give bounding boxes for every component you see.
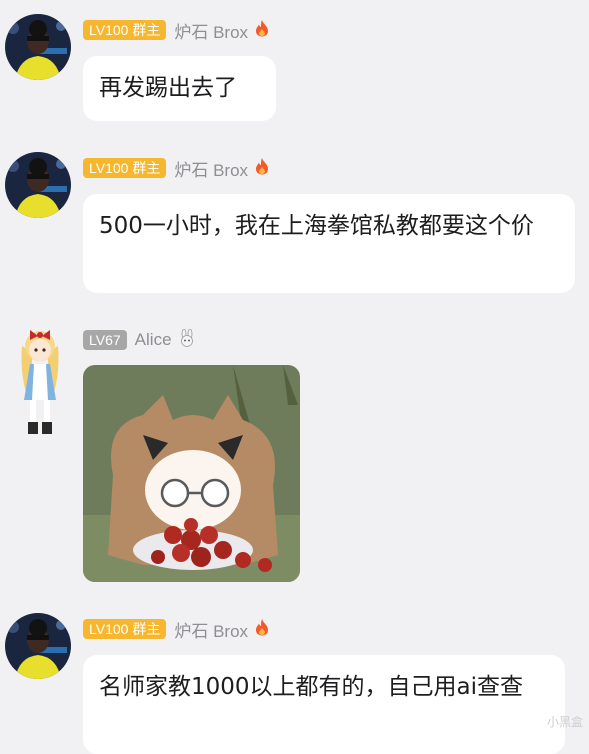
message-meta: LV100 群主 炉石 Brox (83, 18, 270, 43)
message-bubble[interactable]: 500一小时，我在上海拳馆私教都要这个价 (83, 194, 575, 293)
avatar[interactable] (5, 14, 71, 80)
watermark: 小黑盒 (546, 715, 583, 729)
bunny-icon (178, 328, 196, 351)
avatar[interactable] (5, 152, 71, 218)
sender-name[interactable]: 炉石 Brox (174, 617, 248, 642)
level-badge: LV100 群主 (83, 619, 167, 639)
level-badge: LV67 (83, 330, 127, 350)
sender-name[interactable]: 炉石 Brox (174, 156, 248, 181)
anime-girl-eating-berries-sticker[interactable] (83, 365, 300, 582)
level-badge: LV100 群主 (83, 158, 167, 178)
avatar[interactable] (10, 322, 70, 442)
message-meta: LV100 群主 炉石 Brox (83, 617, 270, 642)
message-bubble[interactable]: 再发踢出去了 (83, 56, 276, 121)
message-meta: LV67 Alice (83, 328, 196, 351)
avatar[interactable] (5, 613, 71, 679)
message-meta: LV100 群主 炉石 Brox (83, 156, 270, 181)
sender-name[interactable]: 炉石 Brox (174, 18, 248, 43)
level-badge: LV100 群主 (83, 20, 167, 40)
flame-icon (254, 157, 270, 179)
flame-icon (254, 19, 270, 41)
flame-icon (254, 618, 270, 640)
sender-name[interactable]: Alice (135, 330, 172, 350)
message-bubble[interactable]: 名师家教1000以上都有的，自己用ai查查 (83, 655, 565, 754)
